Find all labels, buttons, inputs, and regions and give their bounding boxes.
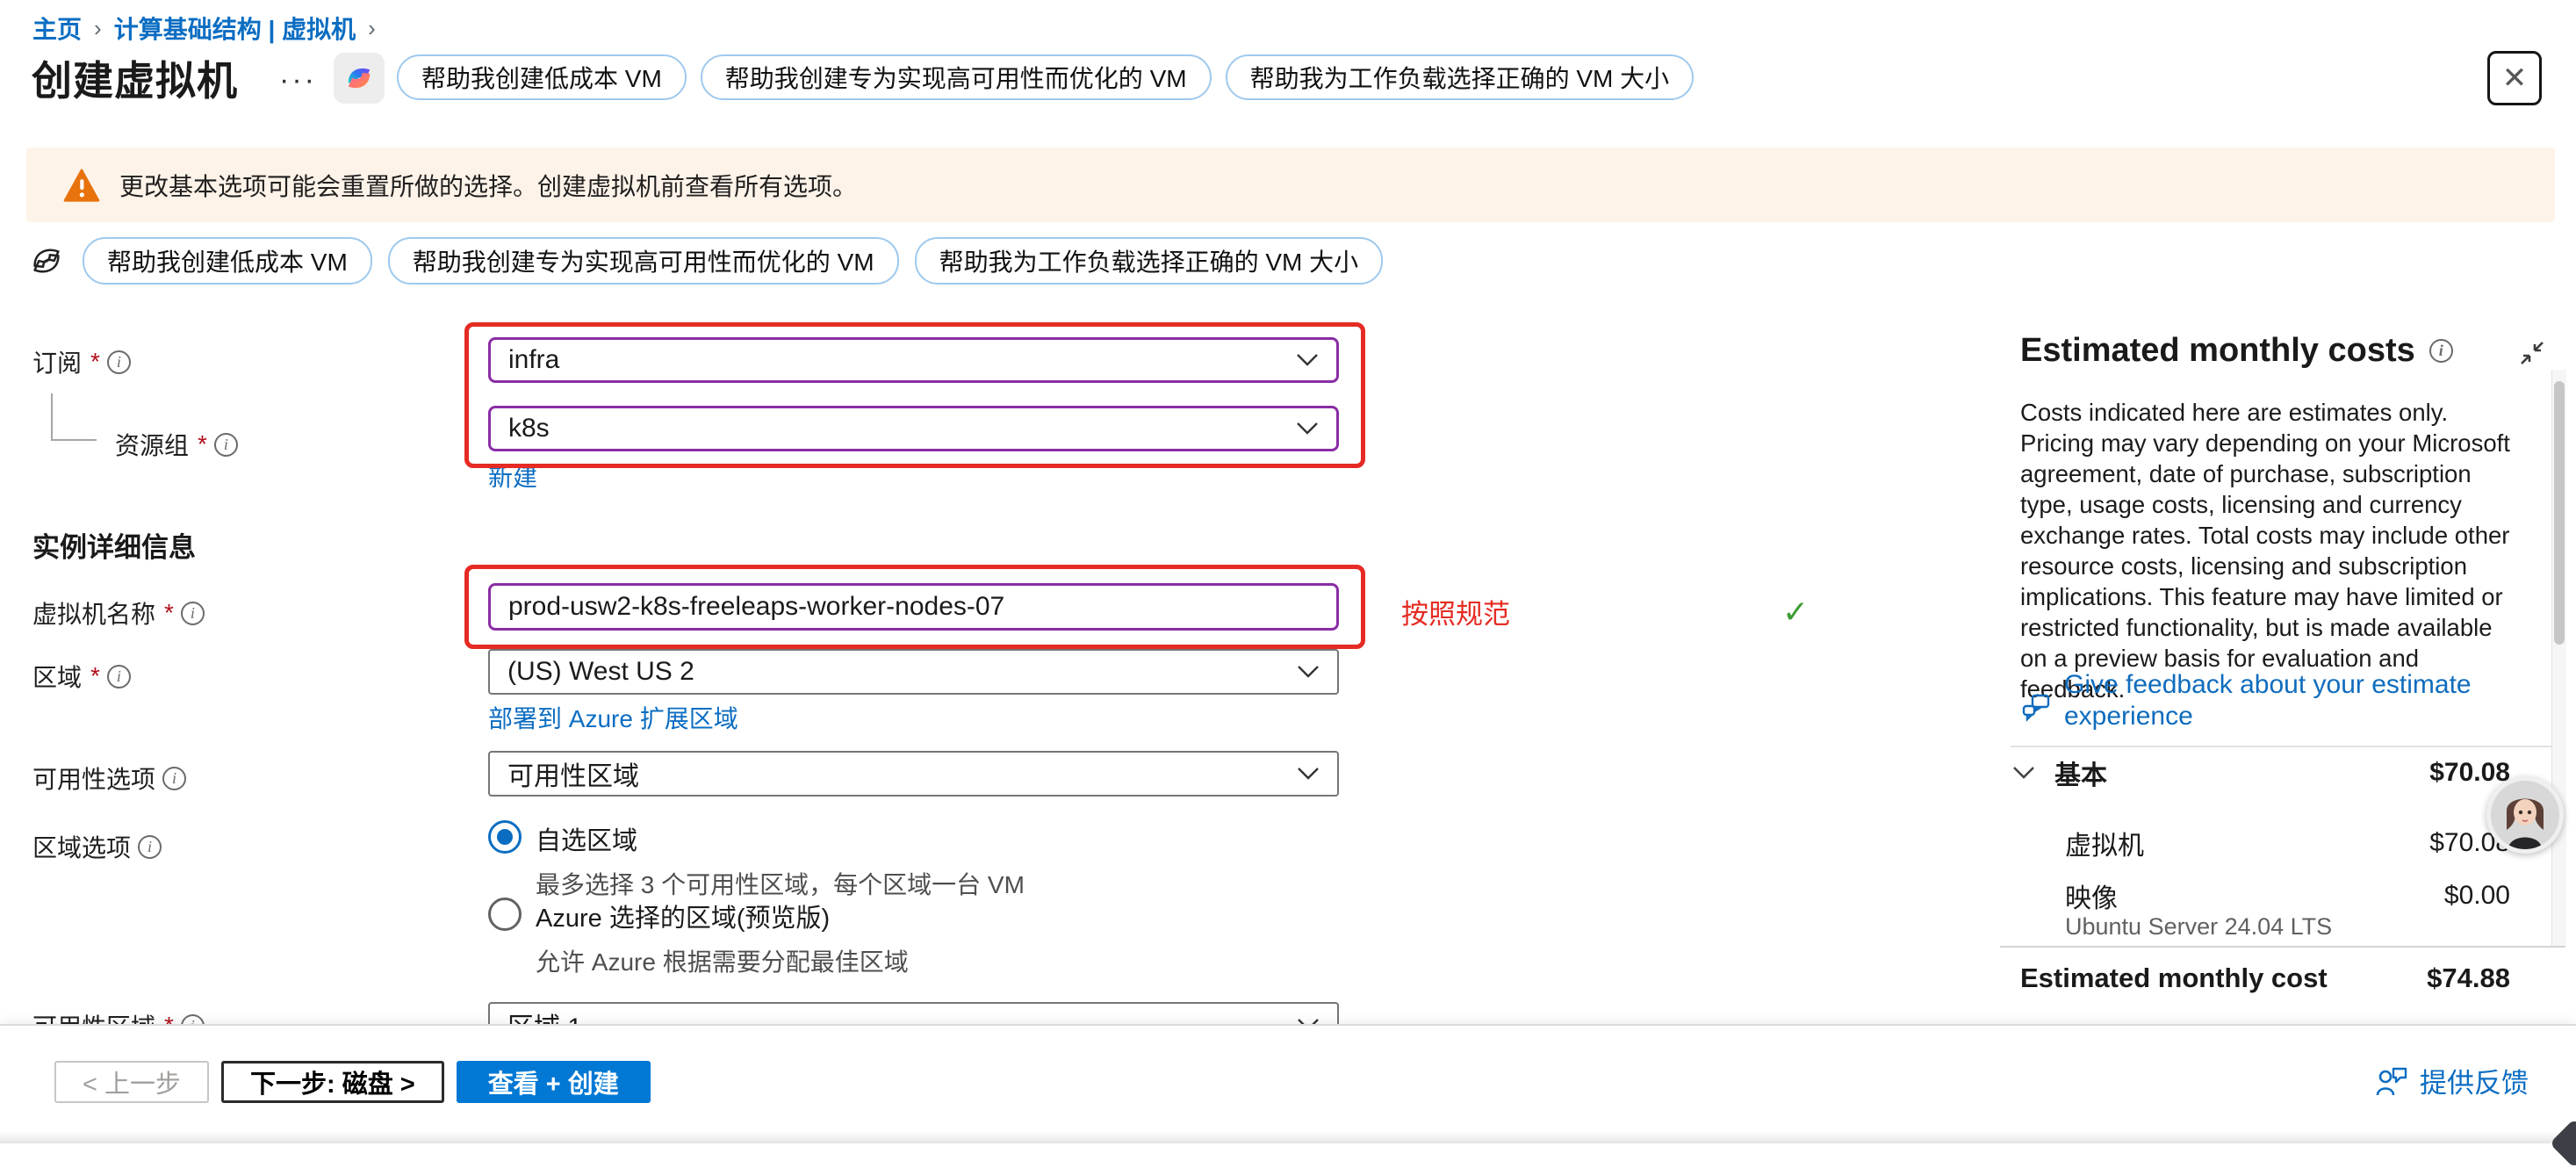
annotation-note: 按照规范 — [1401, 592, 1510, 631]
resource-group-value: k8s — [508, 414, 550, 443]
suggest-low-cost-vm-button[interactable]: 帮助我创建低成本 VM — [397, 54, 687, 100]
info-icon[interactable]: i — [214, 433, 238, 457]
review-create-button[interactable]: 查看 + 创建 — [457, 1061, 651, 1103]
assistant-avatar[interactable] — [2486, 776, 2564, 854]
radio-azure-unselected[interactable] — [488, 898, 522, 931]
radio-self-selected[interactable] — [488, 820, 522, 854]
previous-step-button[interactable]: < 上一步 — [54, 1061, 209, 1103]
availability-options-value: 可用性区域 — [507, 754, 639, 793]
chevron-down-icon — [1297, 665, 1320, 679]
zone-options-label: 区域选项 i — [32, 829, 162, 864]
availability-options-dropdown[interactable]: 可用性区域 — [488, 751, 1339, 797]
info-icon[interactable]: i — [181, 602, 205, 625]
cost-row-image-sub: Ubuntu Server 24.04 LTS — [2065, 913, 2332, 941]
suggest-high-availability-vm-button[interactable]: 帮助我创建专为实现高可用性而优化的 VM — [388, 237, 899, 285]
close-button[interactable]: ✕ — [2487, 51, 2542, 105]
warning-icon — [63, 169, 100, 202]
next-step-disks-button[interactable]: 下一步: 磁盘 > — [221, 1061, 444, 1103]
close-icon: ✕ — [2502, 63, 2528, 93]
info-icon[interactable]: i — [2429, 339, 2453, 363]
suggest-right-size-vm-button[interactable]: 帮助我为工作负载选择正确的 VM 大小 — [915, 237, 1384, 285]
more-actions-ellipsis[interactable]: ··· — [279, 63, 317, 97]
subscription-dropdown[interactable]: infra — [488, 337, 1339, 383]
cost-panel-title: Estimated monthly costs i — [2020, 332, 2453, 370]
give-feedback-link[interactable]: 提供反馈 — [2374, 1061, 2529, 1100]
availability-options-label: 可用性选项 i — [32, 761, 186, 796]
cost-row-vm: 虚拟机 $70.08 — [2065, 824, 2510, 862]
cost-total-divider — [2000, 946, 2565, 948]
chevron-down-icon — [1296, 422, 1319, 436]
info-icon[interactable]: i — [138, 835, 162, 859]
feedback-person-icon — [2374, 1065, 2409, 1097]
suggest-right-size-vm-button[interactable]: 帮助我为工作负载选择正确的 VM 大小 — [1226, 54, 1695, 100]
cost-disclaimer: Costs indicated here are estimates only.… — [2020, 397, 2519, 704]
warning-banner: 更改基本选项可能会重置所做的选择。创建虚拟机前查看所有选项。 — [26, 148, 2555, 222]
radio-azure-label: Azure 选择的区域(预览版) — [536, 898, 909, 934]
zone-option-self: 自选区域 最多选择 3 个可用性区域，每个区域一台 VM — [488, 820, 1025, 901]
feedback-bubbles-icon — [2020, 692, 2054, 732]
radio-azure-desc: 允许 Azure 根据需要分配最佳区域 — [536, 943, 909, 978]
info-icon[interactable]: i — [107, 665, 131, 689]
instance-details-heading: 实例详细信息 — [32, 525, 196, 565]
valid-check-icon: ✓ — [1782, 594, 1809, 631]
page-title: 创建虚拟机 — [32, 49, 238, 107]
cost-divider — [2011, 746, 2551, 747]
breadcrumb: 主页 › 计算基础结构 | 虚拟机 › — [32, 11, 376, 46]
vm-name-label: 虚拟机名称* i — [32, 595, 205, 631]
warning-text: 更改基本选项可能会重置所做的选择。创建虚拟机前查看所有选项。 — [119, 168, 857, 203]
breadcrumb-separator: › — [94, 15, 102, 42]
breadcrumb-home-link[interactable]: 主页 — [32, 11, 82, 46]
copilot-outline-icon — [26, 241, 67, 281]
page-bottom-shadow — [0, 1131, 2576, 1143]
cost-total-row: Estimated monthly cost $74.88 — [2020, 963, 2510, 994]
copilot-button[interactable] — [334, 53, 385, 104]
estimate-feedback-link[interactable]: Give feedback about your estimate experi… — [2020, 669, 2512, 732]
zone-option-azure: Azure 选择的区域(预览版) 允许 Azure 根据需要分配最佳区域 — [488, 898, 909, 978]
deploy-extended-zones-link[interactable]: 部署到 Azure 扩展区域 — [488, 700, 738, 735]
subscription-label: 订阅* i — [32, 344, 131, 379]
region-value: (US) West US 2 — [507, 657, 694, 687]
resource-group-connector — [51, 393, 53, 441]
resource-group-dropdown[interactable]: k8s — [488, 406, 1339, 451]
radio-self-label: 自选区域 — [536, 820, 1025, 857]
suggest-low-cost-vm-button[interactable]: 帮助我创建低成本 VM — [83, 237, 372, 285]
panel-scrollbar-thumb[interactable] — [2554, 381, 2565, 645]
chevron-down-icon — [1296, 353, 1319, 367]
info-icon[interactable]: i — [162, 767, 186, 790]
cost-row-image: 映像 $0.00 — [2065, 876, 2510, 915]
region-label: 区域* i — [32, 659, 131, 694]
copilot-icon — [341, 60, 378, 97]
chevron-down-icon — [1297, 767, 1320, 781]
chevron-expand-icon[interactable] — [2012, 766, 2035, 780]
breadcrumb-section-link[interactable]: 计算基础结构 | 虚拟机 — [114, 11, 356, 46]
copilot-suggestions-top: 帮助我创建低成本 VM 帮助我创建专为实现高可用性而优化的 VM 帮助我为工作负… — [397, 54, 1694, 100]
subscription-value: infra — [508, 345, 559, 375]
breadcrumb-separator: › — [368, 15, 376, 42]
region-dropdown[interactable]: (US) West US 2 — [488, 649, 1339, 695]
resource-group-connector — [51, 439, 97, 441]
create-new-resource-group-link[interactable]: 新建 — [488, 458, 537, 494]
info-icon[interactable]: i — [107, 350, 131, 374]
collapse-panel-icon[interactable] — [2516, 337, 2548, 369]
footer-bar: < 上一步 下一步: 磁盘 > 查看 + 创建 提供反馈 — [0, 1024, 2576, 1143]
vm-name-input[interactable] — [488, 583, 1339, 631]
copilot-suggestions-inline: 帮助我创建低成本 VM 帮助我创建专为实现高可用性而优化的 VM 帮助我为工作负… — [26, 237, 1383, 285]
suggest-high-availability-vm-button[interactable]: 帮助我创建专为实现高可用性而优化的 VM — [701, 54, 1212, 100]
resource-group-label: 资源组* i — [115, 427, 238, 462]
radio-self-desc: 最多选择 3 个可用性区域，每个区域一台 VM — [536, 866, 1025, 901]
cost-group-basic: 基本 $70.08 — [2012, 753, 2510, 792]
